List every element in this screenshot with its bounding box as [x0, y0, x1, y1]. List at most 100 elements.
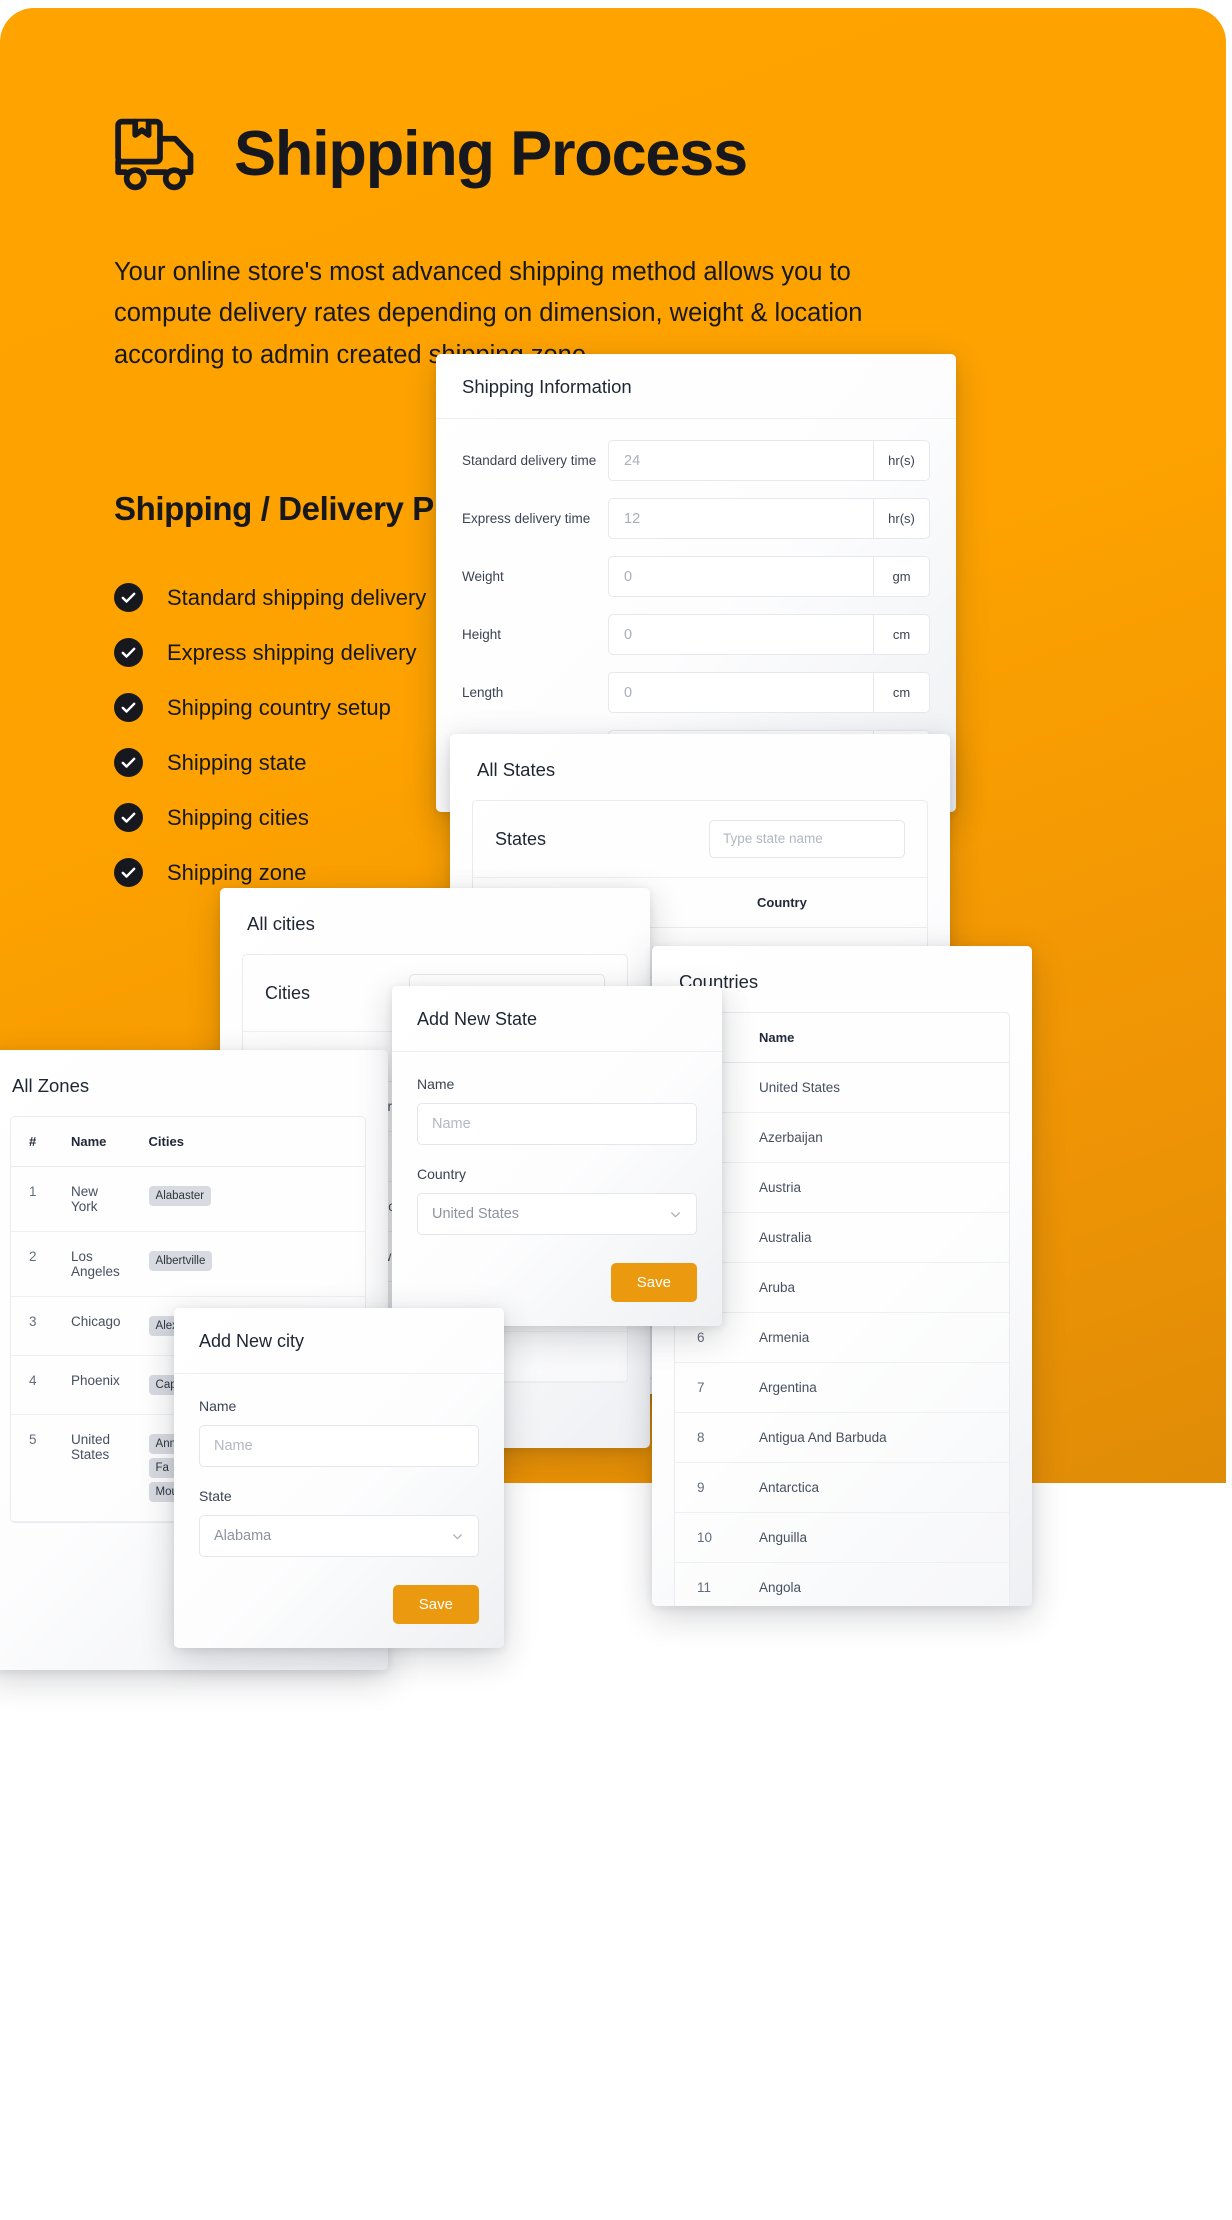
- column-header-country: Country: [743, 878, 927, 928]
- form-row-standard-delivery: Standard delivery time 24 hr(s): [436, 440, 956, 481]
- column-header-cities: Cities: [134, 1117, 365, 1167]
- table-row[interactable]: 9 Antarctica: [675, 1462, 1009, 1513]
- table-row[interactable]: 11 Angola: [675, 1562, 1009, 1606]
- cell-name: Anguilla: [745, 1512, 1009, 1563]
- table-row[interactable]: 3Austria: [675, 1162, 1009, 1213]
- cell-name: Australia: [745, 1212, 1009, 1263]
- table-row[interactable]: 6 Armenia: [675, 1312, 1009, 1363]
- page-title: Shipping Process: [234, 118, 748, 189]
- table-header-row: # Name: [675, 1013, 1009, 1063]
- table-row[interactable]: 5Aruba: [675, 1262, 1009, 1313]
- city-chip: Albertville: [148, 1251, 213, 1271]
- field-label: Length: [462, 685, 504, 700]
- feature-label: Shipping state: [167, 749, 307, 775]
- add-new-city-modal: Add New city Name Name State Alabama Sav…: [174, 1308, 504, 1648]
- unit-label: hr(s): [873, 499, 929, 538]
- check-circle-icon: [114, 748, 143, 777]
- state-search-input[interactable]: Type state name: [709, 820, 905, 858]
- table-row[interactable]: 2Azerbaijan: [675, 1112, 1009, 1163]
- countries-table: # Name 1United States 2Azerbaijan 3Austr…: [675, 1013, 1009, 1606]
- form-row-length: Length 0 cm: [436, 672, 956, 713]
- form-row-height: Height 0 cm: [436, 614, 956, 655]
- state-field-label: State: [199, 1488, 232, 1504]
- chevron-down-icon: [453, 1533, 462, 1539]
- panel-title: States: [495, 828, 547, 849]
- check-circle-icon: [114, 583, 143, 612]
- table-row[interactable]: 10 Anguilla: [675, 1512, 1009, 1563]
- table-row[interactable]: 1United States: [675, 1062, 1009, 1113]
- cell-num: 8: [675, 1412, 745, 1463]
- feature-label: Express shipping delivery: [167, 639, 417, 665]
- cell-num: 5: [11, 1414, 57, 1522]
- table-row[interactable]: 4Australia: [675, 1212, 1009, 1263]
- input-value: 0: [624, 684, 633, 701]
- card-title: All States: [477, 759, 556, 780]
- cell-name: Austria: [745, 1162, 1009, 1213]
- list-item: Shipping cities: [114, 790, 426, 845]
- cell-name: United States: [745, 1062, 1009, 1113]
- state-name-input[interactable]: Name: [417, 1103, 697, 1145]
- standard-delivery-input[interactable]: 24 hr(s): [608, 440, 930, 481]
- panel-title: Cities: [265, 982, 311, 1003]
- table-row[interactable]: 8 Antigua And Barbuda: [675, 1412, 1009, 1463]
- cell-name: Los Angeles: [57, 1231, 135, 1297]
- height-input[interactable]: 0 cm: [608, 614, 930, 655]
- add-new-state-modal: Add New State Name Name Country United S…: [392, 986, 722, 1326]
- form-row-express-delivery: Express delivery time 12 hr(s): [436, 498, 956, 539]
- field-label: Express delivery time: [462, 511, 591, 526]
- check-circle-icon: [114, 638, 143, 667]
- list-item: Standard shipping delivery: [114, 570, 426, 625]
- list-item: Shipping country setup: [114, 680, 426, 735]
- chevron-down-icon: [671, 1211, 680, 1217]
- country-field-label: Country: [417, 1166, 467, 1182]
- card-title: All cities: [247, 913, 315, 934]
- countries-panel: # Name 1United States 2Azerbaijan 3Austr…: [674, 1012, 1010, 1606]
- form-row-weight: Weight 0 gm: [436, 556, 956, 597]
- table-row[interactable]: 1 New York Alabaster: [11, 1166, 365, 1232]
- cell-name: Chicago: [57, 1296, 135, 1356]
- list-item: Shipping state: [114, 735, 426, 790]
- cell-num: 10: [675, 1512, 745, 1563]
- cell-name: Phoenix: [57, 1355, 135, 1415]
- cell-num: 4: [11, 1355, 57, 1415]
- cell-num: 1: [11, 1166, 57, 1232]
- select-value: United States: [432, 1206, 520, 1222]
- field-label: Weight: [462, 569, 504, 584]
- weight-input[interactable]: 0 gm: [608, 556, 930, 597]
- input-value: 12: [624, 510, 641, 527]
- unit-label: hr(s): [873, 441, 929, 480]
- card-title: Shipping Information: [436, 354, 956, 419]
- column-header-name: Name: [57, 1117, 135, 1167]
- cell-name: Aruba: [745, 1262, 1009, 1313]
- hero-title-row: Shipping Process: [112, 114, 748, 194]
- country-select[interactable]: United States: [417, 1193, 697, 1235]
- cell-name: Armenia: [745, 1312, 1009, 1363]
- field-label: Height: [462, 627, 502, 642]
- feature-list: Standard shipping delivery Express shipp…: [114, 570, 426, 900]
- field-label: Standard delivery time: [462, 453, 597, 468]
- check-circle-icon: [114, 803, 143, 832]
- select-value: Alabama: [214, 1528, 272, 1544]
- feature-label: Shipping zone: [167, 859, 307, 885]
- cell-num: 11: [675, 1562, 745, 1606]
- length-input[interactable]: 0 cm: [608, 672, 930, 713]
- check-circle-icon: [114, 693, 143, 722]
- column-header-name: Name: [745, 1013, 1009, 1063]
- input-value: 0: [624, 568, 633, 585]
- save-button[interactable]: Save: [610, 1263, 697, 1302]
- state-select[interactable]: Alabama: [199, 1515, 479, 1557]
- express-delivery-input[interactable]: 12 hr(s): [608, 498, 930, 539]
- delivery-truck-icon: [112, 114, 208, 194]
- save-button[interactable]: Save: [392, 1585, 479, 1624]
- feature-label: Shipping cities: [167, 804, 309, 830]
- cell-name: United States: [57, 1414, 135, 1522]
- name-field-label: Name: [417, 1076, 455, 1092]
- city-name-input[interactable]: Name: [199, 1425, 479, 1467]
- cell-name: Angola: [745, 1562, 1009, 1606]
- table-row[interactable]: 7 Argentina: [675, 1362, 1009, 1413]
- card-title: All Zones: [12, 1075, 90, 1096]
- city-chip: Alabaster: [148, 1186, 212, 1206]
- page-root: Shipping Process Your online store's mos…: [0, 0, 1232, 2220]
- city-chip: Fa: [148, 1458, 176, 1478]
- table-row[interactable]: 2 Los Angeles Albertville: [11, 1231, 365, 1297]
